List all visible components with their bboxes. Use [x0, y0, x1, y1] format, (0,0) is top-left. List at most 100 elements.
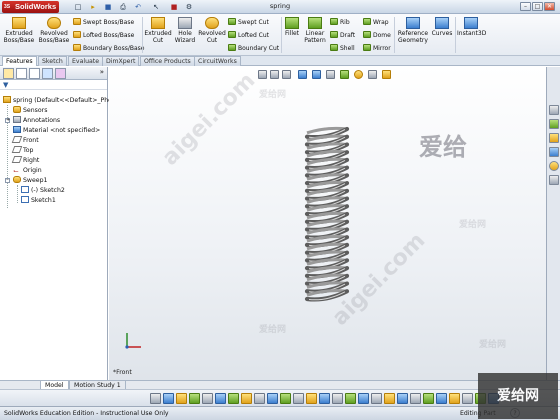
mirror-button[interactable]: Mirror — [363, 44, 391, 53]
sketch-icon — [21, 186, 29, 193]
offset-icon[interactable] — [306, 393, 317, 404]
boundary-boss-label: Boundary Boss/Base — [83, 45, 145, 52]
graphics-area[interactable]: 爱给 aigei.com aigei.com 爱给网 爱给网 爱给网 爱给网 *… — [109, 67, 546, 380]
separator — [455, 17, 456, 53]
appearances-icon[interactable] — [549, 161, 559, 171]
trim-icon[interactable] — [280, 393, 291, 404]
sketch-line-icon[interactable] — [150, 393, 161, 404]
linear-pattern-button[interactable]: Linear Pattern — [302, 17, 328, 44]
display-manager-icon[interactable] — [55, 68, 66, 79]
restore-button[interactable]: □ — [532, 2, 543, 11]
material-icon — [13, 126, 21, 133]
tree-item-top[interactable]: Top — [11, 146, 33, 155]
mirror-label: Mirror — [373, 45, 391, 52]
tree-item-sensors[interactable]: Sensors — [13, 106, 47, 115]
tab-office-products[interactable]: Office Products — [140, 56, 195, 66]
linear-pattern-icon — [308, 17, 322, 29]
minimize-button[interactable]: – — [520, 2, 531, 11]
search-icon[interactable] — [549, 147, 559, 157]
revolved-boss-button[interactable]: Revolved Boss/Base — [37, 17, 71, 44]
file-explorer-icon[interactable] — [549, 133, 559, 143]
tree-item-sweep1[interactable]: Sweep1 — [13, 176, 47, 185]
circle-icon[interactable] — [176, 393, 187, 404]
move-icon[interactable] — [345, 393, 356, 404]
tree-item-sketch2[interactable]: (-) Sketch2 — [21, 186, 65, 195]
feature-manager-icon[interactable] — [3, 68, 14, 79]
boundary-boss-button[interactable]: Boundary Boss/Base — [73, 44, 144, 53]
reference-geometry-button[interactable]: Reference Geometry — [396, 17, 430, 44]
ellipse-icon[interactable] — [215, 393, 226, 404]
lofted-boss-button[interactable]: Lofted Boss/Base — [73, 31, 134, 40]
custom-properties-icon[interactable] — [549, 175, 559, 185]
fillet-sketch-icon[interactable] — [228, 393, 239, 404]
extruded-boss-button[interactable]: Extruded Boss/Base — [3, 17, 35, 44]
expand-annotations-icon[interactable]: + — [5, 118, 10, 123]
quick-snaps-icon[interactable] — [384, 393, 395, 404]
text-tool-icon[interactable] — [254, 393, 265, 404]
tree-item-origin[interactable]: ⌙ Origin — [13, 166, 42, 175]
lofted-cut-button[interactable]: Lofted Cut — [228, 31, 269, 40]
centerline-icon[interactable] — [449, 393, 460, 404]
design-library-icon[interactable] — [549, 119, 559, 129]
lofted-boss-label: Lofted Boss/Base — [83, 32, 135, 39]
manager-tabs: » — [0, 67, 107, 80]
fillet-button[interactable]: Fillet — [283, 17, 301, 37]
rapid-sketch-icon[interactable] — [397, 393, 408, 404]
solidworks-resources-icon[interactable] — [549, 105, 559, 115]
dome-button[interactable]: Dome — [363, 31, 391, 40]
rib-label: Rib — [340, 19, 350, 26]
swept-boss-button[interactable]: Swept Boss/Base — [73, 18, 134, 27]
repair-sketch-icon[interactable] — [371, 393, 382, 404]
tree-item-right[interactable]: Right — [11, 156, 39, 165]
smart-dimension-icon[interactable] — [410, 393, 421, 404]
configuration-manager-icon[interactable] — [29, 68, 40, 79]
swept-boss-label: Swept Boss/Base — [83, 19, 135, 26]
rectangle-icon[interactable] — [163, 393, 174, 404]
draft-button[interactable]: Draft — [330, 31, 355, 40]
display-relations-icon[interactable] — [358, 393, 369, 404]
curves-label: Curves — [431, 30, 453, 37]
tree-item-label: Annotations — [23, 117, 61, 124]
tab-features[interactable]: Features — [2, 56, 37, 66]
construction-line-icon[interactable] — [436, 393, 447, 404]
spring-model[interactable] — [109, 67, 546, 380]
swept-cut-label: Swept Cut — [238, 19, 269, 26]
polygon-icon[interactable] — [462, 393, 473, 404]
tab-sketch[interactable]: Sketch — [38, 56, 67, 66]
revolved-cut-button[interactable]: Revolved Cut — [198, 17, 226, 44]
point-icon[interactable] — [267, 393, 278, 404]
boundary-cut-button[interactable]: Boundary Cut — [228, 44, 279, 53]
extruded-cut-button[interactable]: Extruded Cut — [144, 17, 172, 44]
rib-icon — [330, 18, 338, 25]
tab-dimxpert[interactable]: DimXpert — [102, 56, 140, 66]
tree-item-annotations[interactable]: Annotations — [13, 116, 60, 125]
wrap-button[interactable]: Wrap — [363, 18, 389, 27]
hole-wizard-button[interactable]: Hole Wizard — [173, 17, 197, 44]
dimxpert-manager-icon[interactable] — [42, 68, 53, 79]
plane-tool-icon[interactable] — [241, 393, 252, 404]
arc-icon[interactable] — [189, 393, 200, 404]
tree-root[interactable]: spring (Default<<Default>_Photo\ — [3, 96, 120, 105]
tree-item-sketch1[interactable]: Sketch1 — [21, 196, 56, 205]
tree-item-material[interactable]: Material <not specified> — [13, 126, 100, 135]
close-button[interactable]: ✕ — [544, 2, 555, 11]
expand-arrows-icon[interactable]: » — [100, 68, 104, 76]
tab-circuitworks[interactable]: CircuitWorks — [194, 56, 241, 66]
tree-item-front[interactable]: Front — [11, 136, 39, 145]
linear-sketch-pattern-icon[interactable] — [332, 393, 343, 404]
tab-evaluate[interactable]: Evaluate — [68, 56, 104, 66]
instant3d-button[interactable]: Instant3D — [457, 17, 486, 37]
mirror-icon — [363, 44, 371, 51]
spline-icon[interactable] — [202, 393, 213, 404]
collapse-sweep-icon[interactable]: – — [5, 178, 10, 183]
swept-cut-button[interactable]: Swept Cut — [228, 18, 269, 27]
convert-entities-icon[interactable] — [293, 393, 304, 404]
property-manager-icon[interactable] — [16, 68, 27, 79]
rib-button[interactable]: Rib — [330, 18, 350, 27]
status-edition: SolidWorks Education Edition - Instructi… — [4, 410, 169, 417]
curves-button[interactable]: Curves — [431, 17, 453, 37]
relation-icon[interactable] — [423, 393, 434, 404]
shell-button[interactable]: Shell — [330, 44, 355, 53]
filter-icon[interactable]: ▼ — [3, 81, 8, 89]
mirror-sketch-icon[interactable] — [319, 393, 330, 404]
